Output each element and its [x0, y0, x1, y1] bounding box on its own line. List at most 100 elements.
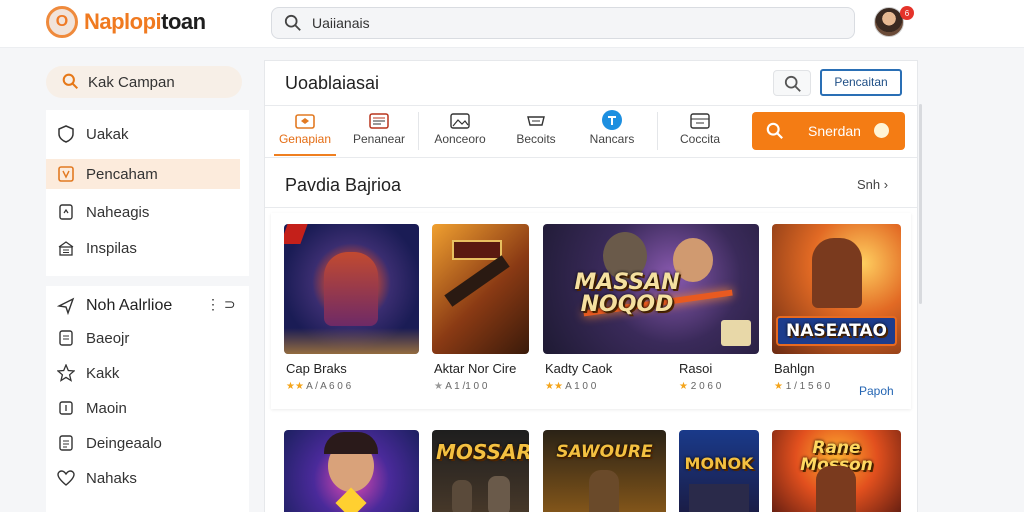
thumbnail-title: SAWOURE [556, 442, 653, 462]
search-cta-button[interactable]: Snerdan [752, 112, 905, 150]
game-thumbnail[interactable] [284, 224, 419, 354]
search-icon [784, 75, 801, 92]
sidebar-search-button[interactable]: Kak Campan [46, 66, 242, 98]
star-icon: ★ [679, 381, 688, 392]
sidebar-item-2[interactable]: Naheagis [46, 197, 240, 227]
cart-icon [527, 116, 545, 126]
panel-search-button[interactable] [773, 70, 811, 96]
sidebar-item-label: Pencaham [86, 165, 158, 183]
box-icon [57, 165, 75, 183]
game-thumbnail[interactable]: MONOK [679, 430, 759, 512]
search-icon [766, 122, 783, 139]
star-icon: ★ [434, 381, 443, 392]
search-cta-label: Snerdan [808, 123, 861, 139]
image-icon [450, 113, 470, 129]
sidebar-item-label: Baeojr [86, 329, 130, 347]
game-title[interactable]: Rasoi [679, 361, 712, 376]
page-title: Uoablaiasai [285, 73, 380, 93]
sidebar-item-label: Nahaks [86, 469, 137, 487]
star-icon: ★ [553, 381, 563, 392]
search-icon [284, 14, 301, 31]
sidebar-item-label: Kakk [86, 364, 120, 382]
tab-0[interactable]: Genapian [274, 106, 336, 156]
game-title[interactable]: Cap Braks [286, 361, 347, 376]
category-tabs: Genapian Penanear Aonceoro Becoits Nanca… [265, 106, 917, 156]
tab-3[interactable]: Becoits [505, 106, 567, 156]
tab-5[interactable]: Coccita [667, 106, 733, 156]
joystick-icon [295, 114, 315, 129]
scrollbar[interactable] [919, 104, 922, 304]
top-bar: O Naplopitoan Uaiianais 6 [0, 0, 1024, 48]
game-thumbnail[interactable]: NASEATAO [772, 224, 901, 354]
star-icon: ★ [286, 381, 295, 392]
document-icon [57, 203, 75, 221]
sidebar-item-label: Uakak [86, 125, 129, 143]
sidebar-section-title: Noh Aalrlioe [86, 297, 173, 314]
see-all-link[interactable]: Snh › [857, 177, 888, 192]
building-icon [57, 239, 75, 257]
sidebar-item-3[interactable]: Inspilas [46, 233, 240, 263]
app-logo[interactable]: O Naplopitoan [46, 6, 206, 38]
game-rating: ★★ A / A 6 0 6 [286, 381, 352, 392]
game-thumbnail[interactable]: SAWOURE [543, 430, 666, 512]
game-title[interactable]: Aktar Nor Cire [434, 361, 516, 376]
search-icon [62, 73, 79, 90]
sidebar-item-label: Maoin [86, 399, 127, 417]
star-icon [57, 364, 75, 382]
game-thumbnail[interactable]: MOSSAR [432, 430, 529, 512]
heart-icon [57, 469, 75, 487]
calendar-icon [690, 113, 710, 129]
sidebar-nav-secondary: Noh Aalrlioe ⋮ ⊃ Baeojr Kakk Maoin Deing… [46, 286, 249, 512]
star-icon: ★ [294, 381, 304, 392]
sidebar-item-6[interactable]: Maoin [46, 393, 240, 423]
global-search-input[interactable]: Uaiianais [271, 7, 855, 39]
divider [265, 207, 917, 208]
logo-icon: O [46, 6, 78, 38]
game-rating: ★ 2 0 6 0 [679, 381, 722, 392]
play-link[interactable]: Papoh [859, 384, 894, 398]
game-rating: ★ A 1 /1 0 0 [434, 381, 488, 392]
game-rating: ★ 1 / 1 5 6 0 [774, 381, 831, 392]
shield-icon [57, 125, 75, 143]
tab-separator [657, 112, 658, 150]
sidebar-item-7[interactable]: Deingeaalo [46, 428, 240, 458]
logo-text: Naplopitoan [84, 9, 206, 34]
thumbnail-title: MASSAN NOQOD [574, 270, 680, 317]
primary-action-button[interactable]: Pencaitan [820, 69, 902, 96]
game-thumbnail[interactable] [432, 224, 529, 354]
sidebar-item-5[interactable]: Kakk [46, 358, 240, 388]
tab-4[interactable]: Nancars [580, 106, 644, 156]
game-title[interactable]: Bahlgn [774, 361, 814, 376]
sidebar-item-label: Deingeaalo [86, 434, 162, 452]
sidebar-item-8[interactable]: Nahaks [46, 463, 240, 493]
search-value: Uaiianais [312, 15, 370, 31]
game-rating: ★★ A 1 0 0 [545, 381, 597, 392]
list-icon [57, 434, 75, 452]
app-window: O Naplopitoan Uaiianais 6 Kak Campan Uak… [0, 0, 1024, 512]
game-thumbnail[interactable] [284, 430, 419, 512]
sidebar-item-4[interactable]: Baeojr [46, 323, 240, 353]
divider [265, 157, 917, 158]
game-thumbnail[interactable]: MASSAN NOQOD [543, 224, 759, 354]
sidebar-item-1[interactable]: Pencaham [46, 159, 240, 189]
sidebar-nav-primary: Uakak Pencaham Naheagis Inspilas [46, 110, 249, 276]
notification-badge[interactable]: 6 [900, 6, 914, 20]
game-title[interactable]: Kadty Caok [545, 361, 612, 376]
square-icon [57, 399, 75, 417]
section-title: Pavdia Bajrioa [285, 175, 402, 195]
thumbnail-title: MOSSAR [436, 440, 529, 464]
sidebar-item-label: Inspilas [86, 239, 137, 257]
tab-1[interactable]: Penanear [348, 106, 410, 156]
sidebar-item-label: Naheagis [86, 203, 150, 221]
tab-2[interactable]: Aonceoro [427, 106, 493, 156]
form-icon [369, 113, 389, 129]
game-thumbnail[interactable]: Rane Mosson [772, 430, 901, 512]
star-icon: ★ [545, 381, 554, 392]
sidebar-item-0[interactable]: Uakak [46, 119, 240, 149]
document-icon [57, 329, 75, 347]
tag-icon [602, 110, 622, 130]
main-panel: Uoablaiasai Pencaitan Genapian Penanear … [264, 60, 918, 512]
star-icon: ★ [774, 381, 783, 392]
section-more-icon[interactable]: ⋮ ⊃ [206, 296, 236, 313]
thumbnail-title: MONOK [684, 454, 754, 473]
